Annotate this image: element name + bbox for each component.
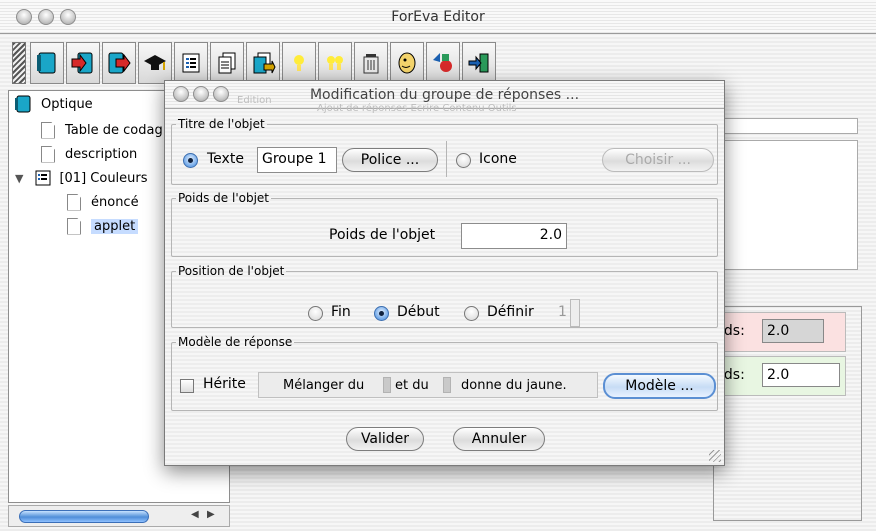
document-icon <box>41 121 55 139</box>
choisir-button[interactable]: Choisir ... <box>602 148 714 172</box>
graduation-cap-icon[interactable] <box>138 42 172 84</box>
icone-radio[interactable] <box>456 153 471 168</box>
tree-item-enonce[interactable]: énoncé <box>67 191 139 213</box>
annuler-button[interactable]: Annuler <box>453 427 545 451</box>
poids-field-readonly: 2.0 <box>762 319 824 343</box>
resize-grip-icon[interactable] <box>709 450 721 462</box>
titre-legend: Titre de l'objet <box>178 117 265 131</box>
right-content-panel <box>713 140 858 270</box>
toolbar-grip[interactable] <box>12 42 26 84</box>
poids-field[interactable]: 2.0 <box>762 363 840 387</box>
tree-item-label: Table de codag <box>65 122 163 138</box>
pages-icon[interactable] <box>210 42 244 84</box>
modele-segment-3: donne du jaune. <box>461 377 567 393</box>
modele-gap-2 <box>443 377 451 393</box>
scroll-right-icon[interactable]: ▶ <box>207 509 215 520</box>
tree-item-applet[interactable]: applet <box>67 215 139 237</box>
disclosure-triangle-icon[interactable]: ▼ <box>15 172 23 185</box>
tree-item-label: énoncé <box>91 194 139 210</box>
poids-group: Poids de l'objet <box>171 191 718 257</box>
export-icon[interactable] <box>102 42 136 84</box>
position-legend: Position de l'objet <box>178 264 285 278</box>
texte-radio[interactable] <box>183 153 198 168</box>
modele-segment-1: Mélanger du <box>283 377 365 393</box>
exit-door-icon[interactable] <box>462 42 496 84</box>
poids-label: Poids de l'objet <box>329 227 436 243</box>
list-icon[interactable] <box>174 42 208 84</box>
poids-row-1: ids: 2.0 <box>713 312 846 352</box>
tree-item-couleurs[interactable]: ▼ [01] Couleurs <box>15 167 148 189</box>
modele-legend: Modèle de réponse <box>178 335 293 349</box>
scroll-left-icon[interactable]: ◀ <box>191 509 199 520</box>
trash-icon[interactable] <box>354 42 388 84</box>
modification-dialog: Edition Ajout de réponses Ecrire Contenu… <box>164 80 725 466</box>
texte-input[interactable]: Groupe 1 <box>257 147 337 173</box>
definir-value: 1 <box>558 304 567 320</box>
right-title-field[interactable] <box>713 118 858 134</box>
texte-label: Texte <box>207 151 244 167</box>
list-icon <box>35 170 51 186</box>
copy-pages-icon[interactable] <box>246 42 280 84</box>
tree-root[interactable]: Optique <box>13 93 93 115</box>
definir-label: Définir <box>487 304 534 320</box>
herite-label: Hérite <box>203 376 246 392</box>
dialog-title: Modification du groupe de réponses ... <box>309 87 580 103</box>
herite-checkbox[interactable] <box>180 379 194 393</box>
head-icon[interactable] <box>390 42 424 84</box>
tree-item-table-de-codage[interactable]: Table de codag <box>41 119 163 141</box>
separator <box>446 141 447 177</box>
import-icon[interactable] <box>66 42 100 84</box>
shapes-icon[interactable] <box>426 42 460 84</box>
document-icon <box>67 193 81 211</box>
horizontal-scrollbar[interactable]: ◀ ▶ <box>8 505 230 527</box>
book-icon <box>15 95 31 113</box>
definir-radio[interactable] <box>464 306 479 321</box>
definir-stepper[interactable] <box>570 299 580 327</box>
modele-gap-1 <box>383 377 391 393</box>
title-bar: ForEva Editor <box>0 0 876 34</box>
debut-label: Début <box>397 304 440 320</box>
dialog-title-bar: Edition Ajout de réponses Ecrire Contenu… <box>165 81 724 114</box>
modele-button[interactable]: Modèle ... <box>603 373 716 399</box>
tree-item-description[interactable]: description <box>41 143 137 165</box>
fin-radio[interactable] <box>308 306 323 321</box>
fin-label: Fin <box>331 304 351 320</box>
lightbulb-icon[interactable] <box>282 42 316 84</box>
tree-root-label: Optique <box>41 96 93 112</box>
position-group: Position de l'objet <box>171 264 718 328</box>
tree-item-label: description <box>65 146 138 162</box>
poids-row-2: ids: 2.0 <box>713 356 846 396</box>
double-lightbulb-icon[interactable] <box>318 42 352 84</box>
document-icon <box>41 145 55 163</box>
open-book-icon[interactable] <box>30 42 64 84</box>
debut-radio[interactable] <box>374 306 389 321</box>
valider-button[interactable]: Valider <box>346 427 424 451</box>
modele-segment-2: et du <box>395 377 429 393</box>
icone-label: Icone <box>479 151 517 167</box>
document-icon <box>67 217 81 235</box>
window-title: ForEva Editor <box>391 9 485 25</box>
scroll-thumb[interactable] <box>19 510 149 523</box>
poids-legend: Poids de l'objet <box>178 191 269 205</box>
police-button[interactable]: Police ... <box>342 148 438 172</box>
tree-item-label: [01] Couleurs <box>59 170 148 186</box>
ghost-menu-label-2: Ajout de réponses Ecrire Contenu Outils <box>317 103 517 114</box>
poids-input[interactable]: 2.0 <box>461 223 567 249</box>
tree-item-label: applet <box>91 218 139 234</box>
